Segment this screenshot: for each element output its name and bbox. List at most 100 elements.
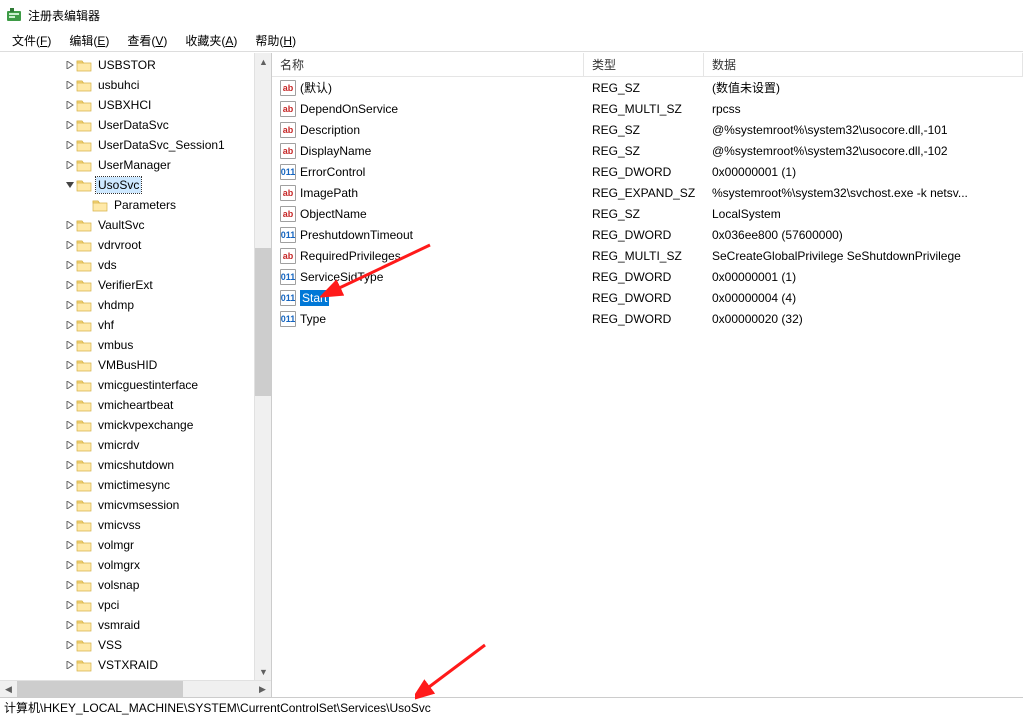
expand-toggle-icon[interactable] [64, 619, 76, 631]
tree-item-UserDataSvc[interactable]: UserDataSvc [0, 115, 254, 135]
expand-toggle-icon[interactable] [64, 219, 76, 231]
tree-item-UserDataSvc_Session1[interactable]: UserDataSvc_Session1 [0, 135, 254, 155]
expand-toggle-icon[interactable] [64, 499, 76, 511]
scroll-thumb[interactable] [17, 681, 183, 698]
expand-toggle-icon[interactable] [64, 279, 76, 291]
scroll-thumb[interactable] [255, 248, 271, 396]
column-header-name[interactable]: 名称 [272, 53, 584, 76]
tree-item-vmicvss[interactable]: vmicvss [0, 515, 254, 535]
scroll-down-button[interactable]: ▼ [255, 663, 272, 680]
expand-toggle-icon[interactable] [64, 339, 76, 351]
expand-toggle-icon[interactable] [64, 419, 76, 431]
value-row-DisplayName[interactable]: abDisplayNameREG_SZ@%systemroot%\system3… [272, 140, 1023, 161]
expand-toggle-icon[interactable] [64, 659, 76, 671]
tree-item-VSS[interactable]: VSS [0, 635, 254, 655]
column-header-type[interactable]: 类型 [584, 53, 704, 76]
tree-horizontal-scrollbar[interactable]: ◀ ▶ [0, 680, 271, 697]
menu-文件[interactable]: 文件(F) [4, 30, 59, 51]
tree-item-USBXHCI[interactable]: USBXHCI [0, 95, 254, 115]
tree-item-vdrvroot[interactable]: vdrvroot [0, 235, 254, 255]
scroll-right-button[interactable]: ▶ [254, 681, 271, 698]
tree-item-vmicguestinterface[interactable]: vmicguestinterface [0, 375, 254, 395]
expand-toggle-icon[interactable] [64, 99, 76, 111]
values-body[interactable]: ab(默认)REG_SZ(数值未设置)abDependOnServiceREG_… [272, 77, 1023, 697]
tree-item-VerifierExt[interactable]: VerifierExt [0, 275, 254, 295]
expand-toggle-icon[interactable] [64, 539, 76, 551]
value-row-Type[interactable]: 011TypeREG_DWORD0x00000020 (32) [272, 308, 1023, 329]
tree-item-volmgr[interactable]: volmgr [0, 535, 254, 555]
value-row-ImagePath[interactable]: abImagePathREG_EXPAND_SZ%systemroot%\sys… [272, 182, 1023, 203]
expand-toggle-icon[interactable] [64, 239, 76, 251]
menu-帮助[interactable]: 帮助(H) [247, 30, 304, 51]
expand-toggle-icon[interactable] [64, 79, 76, 91]
expand-toggle-icon[interactable] [64, 439, 76, 451]
menu-收藏夹[interactable]: 收藏夹(A) [177, 30, 245, 51]
expand-toggle-icon[interactable] [64, 599, 76, 611]
scroll-track[interactable] [17, 681, 254, 698]
value-row-Start[interactable]: 011StartREG_DWORD0x00000004 (4) [272, 287, 1023, 308]
expand-toggle-icon[interactable] [64, 379, 76, 391]
expand-toggle-icon[interactable] [64, 139, 76, 151]
menu-编辑[interactable]: 编辑(E) [61, 30, 117, 51]
value-row-ErrorControl[interactable]: 011ErrorControlREG_DWORD0x00000001 (1) [272, 161, 1023, 182]
tree-item-UsoSvc[interactable]: UsoSvc [0, 175, 254, 195]
tree-item-volsnap[interactable]: volsnap [0, 575, 254, 595]
tree-item-vmbus[interactable]: vmbus [0, 335, 254, 355]
tree-item-volmgrx[interactable]: volmgrx [0, 555, 254, 575]
expand-toggle-icon[interactable] [64, 579, 76, 591]
window-title: 注册表编辑器 [28, 7, 100, 24]
expand-toggle-icon[interactable] [64, 299, 76, 311]
tree-item-vmicheartbeat[interactable]: vmicheartbeat [0, 395, 254, 415]
tree-item-vpci[interactable]: vpci [0, 595, 254, 615]
expand-toggle-icon[interactable] [64, 319, 76, 331]
value-row-PreshutdownTimeout[interactable]: 011PreshutdownTimeoutREG_DWORD0x036ee800… [272, 224, 1023, 245]
tree-item-VSTXRAID[interactable]: VSTXRAID [0, 655, 254, 675]
expand-toggle-icon[interactable] [80, 199, 92, 211]
tree-item-vhf[interactable]: vhf [0, 315, 254, 335]
column-header-data[interactable]: 数据 [704, 53, 1023, 76]
menu-查看[interactable]: 查看(V) [119, 30, 175, 51]
tree-item-vmickvpexchange[interactable]: vmickvpexchange [0, 415, 254, 435]
string-value-icon: ab [280, 101, 296, 117]
expand-toggle-icon[interactable] [64, 59, 76, 71]
expand-toggle-icon[interactable] [64, 459, 76, 471]
tree-item-label: vmicheartbeat [96, 397, 175, 413]
tree-item-vmictimesync[interactable]: vmictimesync [0, 475, 254, 495]
value-row-ObjectName[interactable]: abObjectNameREG_SZLocalSystem [272, 203, 1023, 224]
tree-item-Parameters[interactable]: Parameters [0, 195, 254, 215]
expand-toggle-icon[interactable] [64, 559, 76, 571]
tree-item-UserManager[interactable]: UserManager [0, 155, 254, 175]
tree-item-vmicvmsession[interactable]: vmicvmsession [0, 495, 254, 515]
value-row-Description[interactable]: abDescriptionREG_SZ@%systemroot%\system3… [272, 119, 1023, 140]
tree-item-vds[interactable]: vds [0, 255, 254, 275]
tree-item-vsmraid[interactable]: vsmraid [0, 615, 254, 635]
value-name: ErrorControl [300, 165, 365, 179]
expand-toggle-icon[interactable] [64, 479, 76, 491]
tree-vertical-scrollbar[interactable]: ▲ ▼ [254, 53, 271, 680]
tree-item-VaultSvc[interactable]: VaultSvc [0, 215, 254, 235]
expand-toggle-icon[interactable] [64, 179, 76, 191]
expand-toggle-icon[interactable] [64, 259, 76, 271]
tree-item-usbuhci[interactable]: usbuhci [0, 75, 254, 95]
expand-toggle-icon[interactable] [64, 119, 76, 131]
tree-item-vmicrdv[interactable]: vmicrdv [0, 435, 254, 455]
tree-item-vhdmp[interactable]: vhdmp [0, 295, 254, 315]
expand-toggle-icon[interactable] [64, 399, 76, 411]
value-row-(默认)[interactable]: ab(默认)REG_SZ(数值未设置) [272, 77, 1023, 98]
scroll-left-button[interactable]: ◀ [0, 681, 17, 698]
scroll-up-button[interactable]: ▲ [255, 53, 272, 70]
tree-item-vmicshutdown[interactable]: vmicshutdown [0, 455, 254, 475]
tree-scroll-area[interactable]: USBSTORusbuhci USBXHCI UserDataSvcUserData… [0, 53, 254, 680]
value-row-ServiceSidType[interactable]: 011ServiceSidTypeREG_DWORD0x00000001 (1) [272, 266, 1023, 287]
value-row-RequiredPrivileges[interactable]: abRequiredPrivilegesREG_MULTI_SZSeCreate… [272, 245, 1023, 266]
value-row-DependOnService[interactable]: abDependOnServiceREG_MULTI_SZrpcss [272, 98, 1023, 119]
tree-item-USBSTOR[interactable]: USBSTOR [0, 55, 254, 75]
tree-item-label: USBXHCI [96, 97, 153, 113]
scroll-track[interactable] [255, 70, 271, 663]
expand-toggle-icon[interactable] [64, 639, 76, 651]
tree-item-VMBusHID[interactable]: VMBusHID [0, 355, 254, 375]
expand-toggle-icon[interactable] [64, 359, 76, 371]
expand-toggle-icon[interactable] [64, 159, 76, 171]
expand-toggle-icon[interactable] [64, 519, 76, 531]
tree-item-label: VerifierExt [96, 277, 155, 293]
